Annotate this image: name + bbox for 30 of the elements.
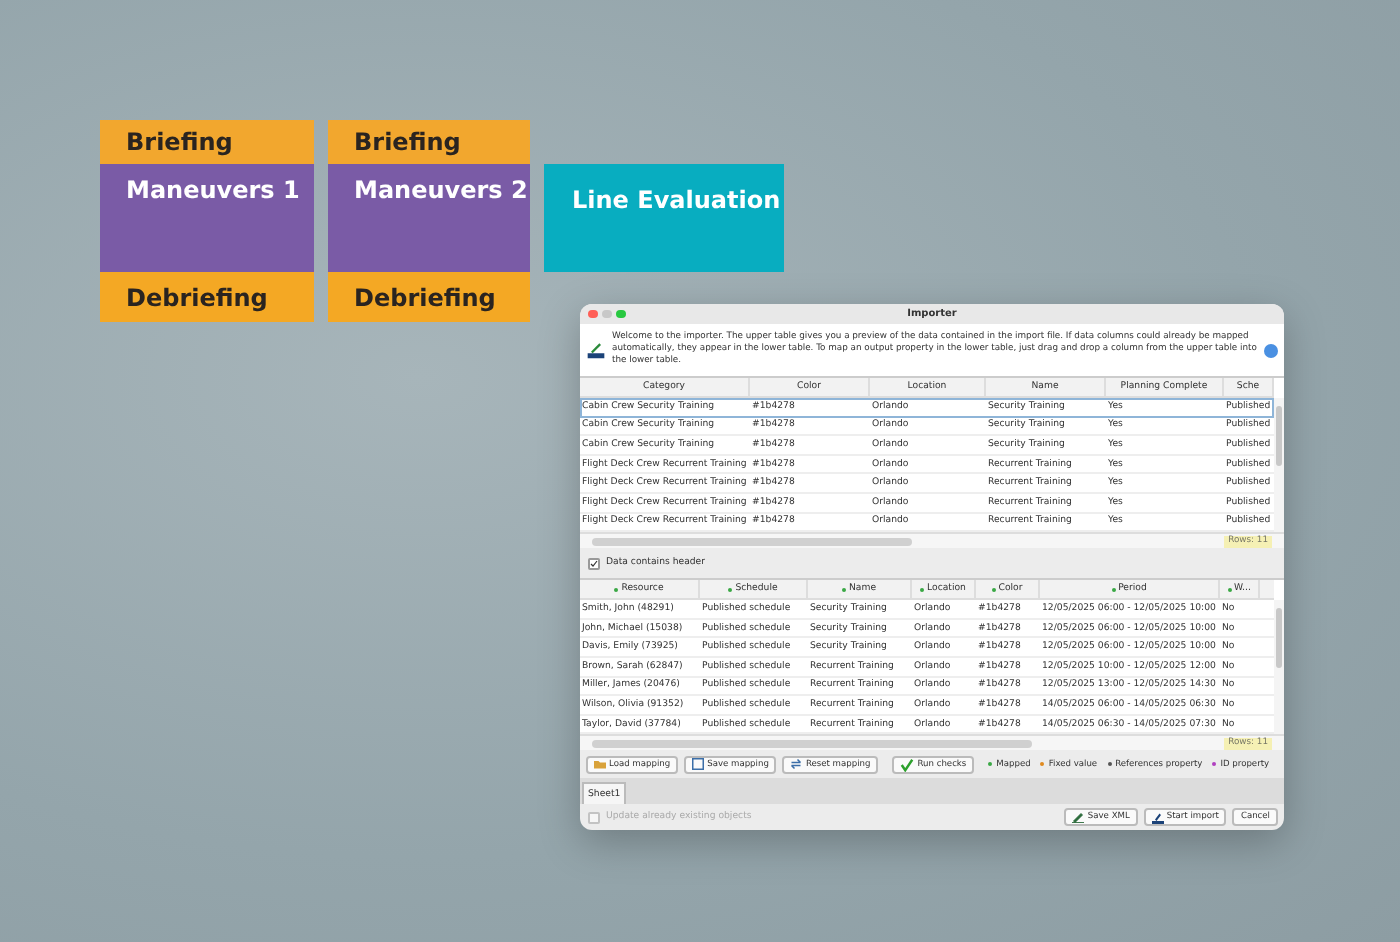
block-label: Debriefing bbox=[126, 283, 268, 311]
mapped-dot-icon bbox=[841, 587, 846, 592]
checkbox[interactable] bbox=[588, 557, 600, 570]
scrollbar-thumb[interactable] bbox=[1276, 608, 1282, 669]
mapped-dot-icon bbox=[728, 587, 733, 592]
block-label: Debriefing bbox=[354, 283, 496, 311]
scrollbar-thumb[interactable] bbox=[592, 537, 912, 546]
mapped-dot-icon bbox=[614, 587, 619, 592]
checkmark-icon bbox=[900, 757, 915, 772]
swap-arrows-icon bbox=[790, 758, 803, 771]
scrollbar-thumb[interactable] bbox=[592, 739, 1032, 748]
mapped-dot-icon bbox=[1227, 587, 1232, 592]
mapped-dot-icon bbox=[991, 587, 996, 592]
save-icon bbox=[692, 758, 705, 771]
block-label: Line Evaluation bbox=[572, 186, 781, 214]
scrollbar-thumb[interactable] bbox=[1276, 406, 1282, 466]
block-label: Briefing bbox=[126, 128, 233, 156]
folder-icon bbox=[594, 758, 606, 771]
import-icon bbox=[586, 340, 606, 360]
import-icon bbox=[1151, 811, 1164, 824]
minimize-icon[interactable] bbox=[602, 309, 611, 319]
block-label: Maneuvers 2 bbox=[354, 176, 528, 204]
mapped-dot-icon bbox=[920, 587, 925, 592]
close-icon[interactable] bbox=[588, 309, 597, 319]
block-label: Briefing bbox=[354, 128, 461, 156]
block-label: Maneuvers 1 bbox=[126, 176, 300, 204]
mapped-dot-icon bbox=[1111, 587, 1116, 592]
pen-icon bbox=[1072, 811, 1085, 824]
help-icon[interactable] bbox=[1264, 343, 1278, 357]
maximize-icon[interactable] bbox=[616, 309, 625, 319]
